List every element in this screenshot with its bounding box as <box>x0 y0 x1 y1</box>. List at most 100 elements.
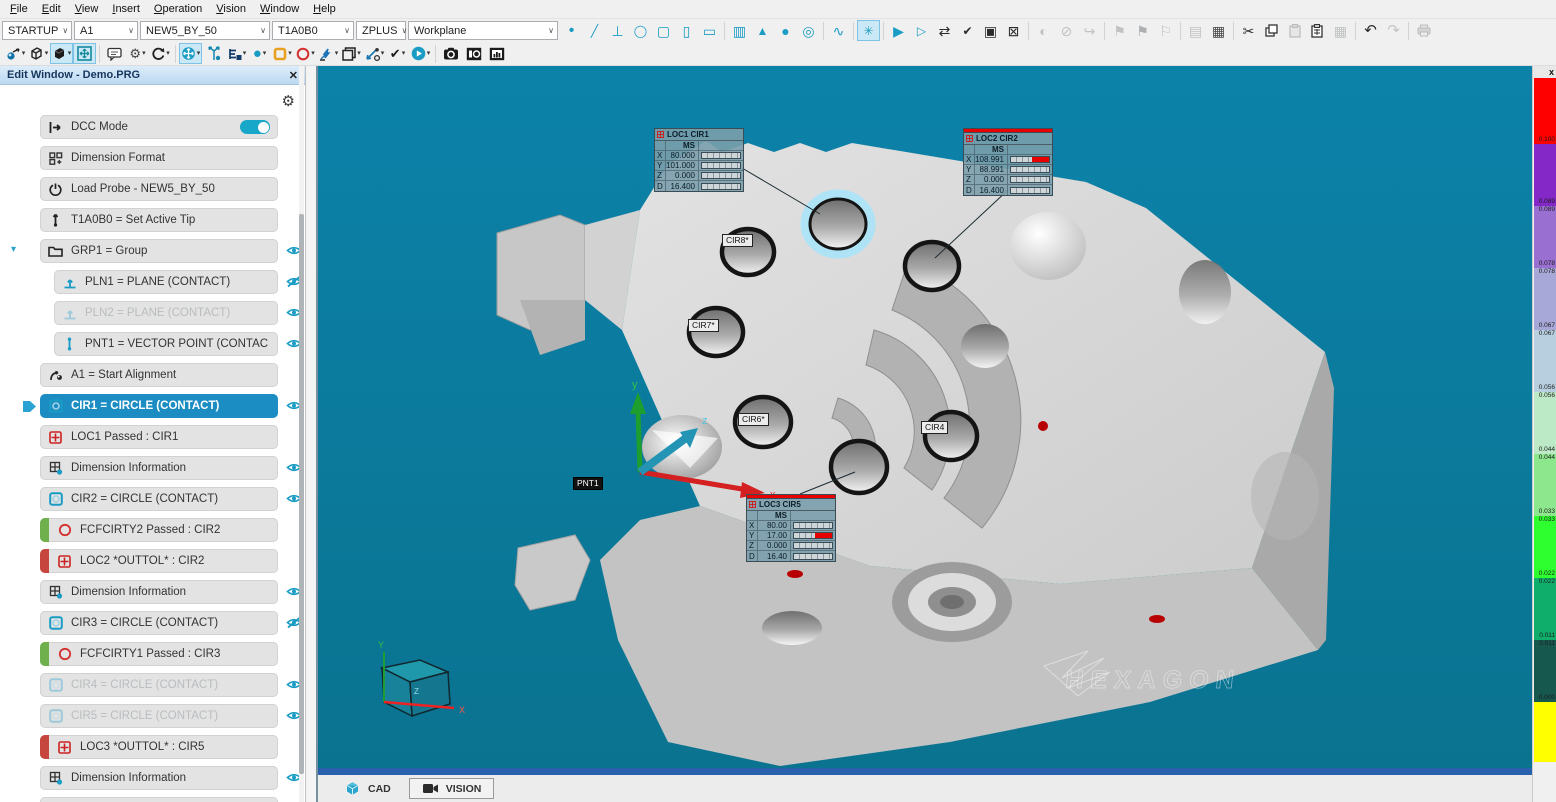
menu-view[interactable]: View <box>69 2 105 16</box>
edit-window-item[interactable]: FCFCIRTY1 Passed : CIR3 <box>40 642 278 666</box>
dcc-mode-toggle[interactable] <box>240 120 270 134</box>
edit-window-item[interactable]: CIR1 = CIRCLE (CONTACT) <box>40 394 278 418</box>
pattern-button[interactable]: ▦ <box>1329 20 1352 41</box>
edit-window-item[interactable]: T1A0B0 = Set Active Tip <box>40 208 278 232</box>
edit-window-item[interactable]: Dimension Information <box>40 766 278 790</box>
play-button[interactable]: ▾ <box>409 43 432 64</box>
edit-window-item[interactable]: LOC3 *OUTTOL* : CIR5 <box>40 735 278 759</box>
redo-button[interactable]: ↷ <box>1382 20 1405 41</box>
alignment-select[interactable]: A1∨ <box>74 21 138 40</box>
camera-button[interactable] <box>439 43 462 64</box>
probe-mode-button[interactable]: ▾ <box>4 43 27 64</box>
menu-help[interactable]: Help <box>307 2 342 16</box>
rotate-button[interactable]: ▾ <box>149 43 172 64</box>
edit-window-item[interactable]: Load Probe - NEW5_BY_50 <box>40 177 278 201</box>
edit-window-item[interactable]: CIR2 = CIRCLE (CONTACT) <box>40 487 278 511</box>
sidebar-scrollbar[interactable] <box>299 66 304 802</box>
probe-select[interactable]: NEW5_BY_50∨ <box>140 21 270 40</box>
bookmark-off-button[interactable]: ⚐ <box>1154 20 1177 41</box>
edit-window-item[interactable]: LOC1 Passed : CIR1 <box>40 425 278 449</box>
cut-button[interactable]: ✂ <box>1237 20 1260 41</box>
loop-button[interactable]: ⇄ <box>933 20 956 41</box>
edit-window-item[interactable]: LOC2 *OUTTOL* : CIR2 <box>40 549 278 573</box>
workplane-mode-select[interactable]: Workplane∨ <box>408 21 558 40</box>
chevron-down-icon[interactable]: ▾ <box>22 50 26 57</box>
point-button[interactable]: • <box>560 20 583 41</box>
feature-label-pnt1[interactable]: PNT1 <box>573 477 603 490</box>
document-cancel-button[interactable]: ⊠ <box>1002 20 1025 41</box>
square-feature-button[interactable]: ▾ <box>271 43 294 64</box>
edit-window-item[interactable]: CIR4 = CIRCLE (CONTACT) <box>40 673 278 697</box>
sphere-button[interactable]: ● <box>774 20 797 41</box>
menu-insert[interactable]: Insert <box>106 2 146 16</box>
feature-label-cir8[interactable]: CIR8* <box>722 234 753 247</box>
menu-edit[interactable]: Edit <box>36 2 67 16</box>
cad-model-canvas[interactable]: HEXAGON y x z <box>318 66 1532 768</box>
edit-window-item[interactable]: PNT1 = VECTOR POINT (CONTAC <box>54 332 278 356</box>
collapse-caret-icon[interactable]: ▾ <box>11 244 16 255</box>
menu-file[interactable]: File <box>4 2 34 16</box>
edit-window-item[interactable]: A1 = Start Alignment <box>40 363 278 387</box>
edit-window-item[interactable]: ▾GRP1 = Group <box>40 239 278 263</box>
feature-label-cir7[interactable]: CIR7* <box>688 319 719 332</box>
chevron-down-icon[interactable]: ▾ <box>263 50 267 57</box>
circle-button[interactable]: ◯ <box>629 20 652 41</box>
chevron-down-icon[interactable]: ▾ <box>335 50 339 57</box>
round-slot-button[interactable]: ▢ <box>652 20 675 41</box>
feature-label-cir4[interactable]: CIR4 <box>921 421 948 434</box>
parameters-button[interactable]: ⚙▾ <box>126 43 149 64</box>
chevron-down-icon[interactable]: ▾ <box>402 50 406 57</box>
edit-window-item[interactable]: Dimension Information <box>40 456 278 480</box>
chevron-down-icon[interactable]: ▾ <box>288 50 292 57</box>
square-slot-button[interactable]: ▯ <box>675 20 698 41</box>
edit-window-item[interactable]: Dimension Format <box>40 146 278 170</box>
chevron-down-icon[interactable]: ▾ <box>197 50 201 57</box>
curve-button[interactable]: ∿ <box>827 20 850 41</box>
close-icon[interactable]: ✕ <box>289 69 298 82</box>
tip-select[interactable]: T1A0B0∨ <box>272 21 354 40</box>
gear-icon[interactable]: ⚙ <box>282 92 295 110</box>
ok-check-button[interactable]: ✔▾ <box>386 43 409 64</box>
sphere-feature-button[interactable]: ●▾ <box>248 43 271 64</box>
dimension-box-loc1[interactable]: LOC1 CIR1MSX80.000Y101.000Z0.000D16.400 <box>654 128 744 192</box>
edit-window-item[interactable]: PLN2 = PLANE (CONTACT) <box>54 301 278 325</box>
paste-special-button[interactable] <box>1306 20 1329 41</box>
fit-view-button[interactable] <box>73 43 96 64</box>
auto-feature-button[interactable]: ✳ <box>857 20 880 41</box>
edit-window-item[interactable]: CIR3 = CIRCLE (CONTACT) <box>40 611 278 635</box>
rectangle-button[interactable]: ▭ <box>698 20 721 41</box>
report-list-button[interactable]: ▤ <box>1184 20 1207 41</box>
chevron-down-icon[interactable]: ▾ <box>427 50 431 57</box>
execute-button[interactable]: ▶ <box>887 20 910 41</box>
chart-button[interactable] <box>485 43 508 64</box>
menu-operation[interactable]: Operation <box>148 2 208 16</box>
panel-splitter[interactable] <box>307 66 318 802</box>
edit-window-item[interactable]: CIR5 = CIRCLE (CONTACT) <box>40 704 278 728</box>
edit-window-item[interactable]: DCC Mode <box>40 115 278 139</box>
shaded-cube-button[interactable]: ▾ <box>50 43 73 64</box>
sphere-off-button[interactable]: ⊘ <box>1055 20 1078 41</box>
chevron-down-icon[interactable]: ▾ <box>381 50 385 57</box>
chevron-down-icon[interactable]: ▾ <box>166 50 170 57</box>
tab-cad[interactable]: CAD <box>332 777 403 800</box>
jump-arrow-button[interactable]: ↪ <box>1078 20 1101 41</box>
cone-button[interactable]: ▲ <box>751 20 774 41</box>
torus-button[interactable]: ◎ <box>797 20 820 41</box>
circle-red-button[interactable]: ▾ <box>294 43 317 64</box>
feature-control-button[interactable]: ▾ <box>225 43 248 64</box>
chevron-down-icon[interactable]: ▾ <box>142 50 146 57</box>
gage-button[interactable]: ▾ <box>363 43 386 64</box>
wireframe-cube-button[interactable]: ▾ <box>27 43 50 64</box>
paste-button[interactable] <box>1283 20 1306 41</box>
report-grid-button[interactable]: ▦ <box>1207 20 1230 41</box>
tab-vision[interactable]: VISION <box>409 778 495 799</box>
edit-window-item[interactable]: PLN1 = PLANE (CONTACT) <box>54 270 278 294</box>
bookmark-pin-button[interactable]: ⚑ <box>1131 20 1154 41</box>
check-mark-button[interactable]: ✔ <box>956 20 979 41</box>
comment-button[interactable] <box>103 43 126 64</box>
bookmark-button[interactable]: ⚑ <box>1108 20 1131 41</box>
dimension-box-loc3[interactable]: LOC3 CIR5MSX80.00Y17.00Z0.000D16.40 <box>746 494 836 562</box>
line-button[interactable]: ╱ <box>583 20 606 41</box>
close-icon[interactable]: x <box>1549 67 1554 77</box>
chevron-down-icon[interactable]: ▾ <box>243 50 247 57</box>
